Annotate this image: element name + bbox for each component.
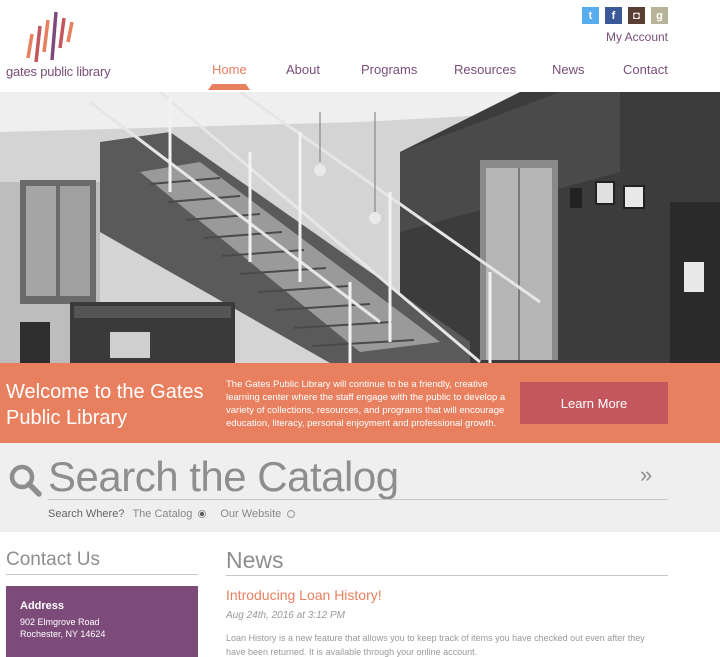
news-item-date: Aug 24th, 2016 at 3:12 PM: [226, 610, 345, 621]
contact-title: Contact Us: [6, 549, 100, 570]
site-header: gates public library t f ◘ g My Account …: [0, 0, 720, 92]
news-item-heading[interactable]: Introducing Loan History!: [226, 587, 382, 603]
catalog-search: Search the Catalog » Search Where? The C…: [0, 443, 720, 532]
goodreads-icon[interactable]: g: [651, 7, 668, 24]
social-links: t f ◘ g: [582, 7, 668, 24]
welcome-description: The Gates Public Library will continue t…: [226, 379, 506, 429]
facebook-icon[interactable]: f: [605, 7, 622, 24]
main-nav: Home About Programs Resources News Conta…: [0, 62, 720, 92]
news-title: News: [226, 547, 284, 573]
logo-mark-icon: [26, 11, 74, 63]
search-icon[interactable]: [8, 463, 42, 497]
nav-item-contact[interactable]: Contact: [623, 62, 668, 77]
option-website-radio[interactable]: [287, 510, 296, 518]
address-line-city: Rochester, NY 14624: [20, 629, 106, 639]
search-submit-button[interactable]: »: [640, 462, 652, 488]
nav-item-resources[interactable]: Resources: [454, 62, 516, 77]
learn-more-button[interactable]: Learn More: [520, 382, 668, 424]
nav-item-about[interactable]: About: [286, 62, 320, 77]
news-divider: [226, 575, 668, 576]
active-nav-marker: [208, 84, 250, 90]
search-input[interactable]: Search the Catalog: [48, 453, 399, 501]
twitter-icon[interactable]: t: [582, 7, 599, 24]
option-website-label[interactable]: Our Website: [220, 508, 281, 520]
address-box: Address 902 Elmgrove Road Rochester, NY …: [6, 586, 198, 657]
address-line-street: 902 Elmgrove Road: [20, 617, 100, 627]
news-item-body: Loan History is a new feature that allow…: [226, 633, 645, 657]
option-catalog-label[interactable]: The Catalog: [132, 508, 192, 520]
hero-image: [0, 92, 720, 363]
search-scope: Search Where? The Catalog Our Website: [48, 508, 296, 520]
nav-item-home[interactable]: Home: [212, 62, 247, 77]
search-underline: [48, 499, 668, 500]
welcome-title: Welcome to the Gates Public Library: [6, 381, 204, 429]
address-label: Address: [20, 600, 65, 612]
nav-item-news[interactable]: News: [552, 62, 585, 77]
search-where-label: Search Where?: [48, 508, 125, 520]
my-account-link[interactable]: My Account: [606, 30, 668, 44]
option-catalog-radio[interactable]: [198, 510, 207, 518]
nav-item-programs[interactable]: Programs: [361, 62, 417, 77]
instagram-icon[interactable]: ◘: [628, 7, 645, 24]
library-interior-photo: [0, 92, 720, 363]
contact-divider: [6, 574, 198, 575]
welcome-banner: Welcome to the Gates Public Library The …: [0, 363, 720, 443]
